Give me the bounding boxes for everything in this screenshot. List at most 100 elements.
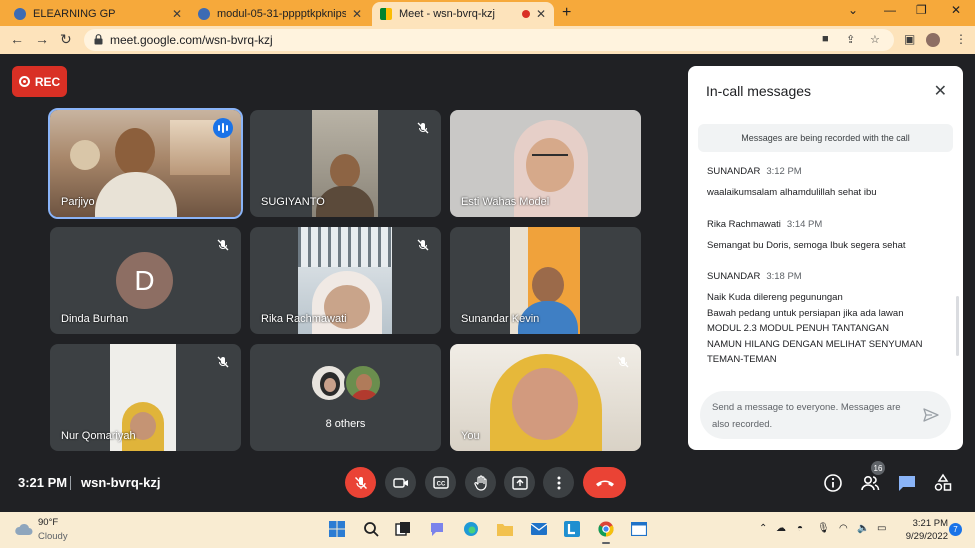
message-text: TEMAN-TEMAN [707, 354, 777, 365]
forward-button[interactable]: → [35, 31, 49, 47]
profile-avatar[interactable] [926, 33, 940, 47]
participant-name: Esti Wahas Model [461, 196, 550, 208]
minimize-button[interactable]: — [884, 3, 896, 17]
participant-tile-sunandar-kevin[interactable]: Sunandar Kevin [450, 227, 641, 334]
new-tab-button[interactable]: + [562, 4, 571, 22]
tab-modul[interactable]: modul-05-31-pppptkpknips-pag ✕ [190, 2, 370, 26]
end-call-icon [595, 480, 614, 486]
participant-name: Nur Qomariyah [61, 430, 136, 442]
meeting-time: 3:21 PM [18, 475, 68, 490]
avatar [310, 364, 348, 402]
cloudy-weather-icon[interactable] [14, 521, 34, 537]
microphone-icon[interactable]: 🎙 [817, 523, 830, 534]
chat-message: Rika Rachmawati 3:14 PM Semangat bu Doris… [707, 219, 952, 254]
chat-icon[interactable] [897, 473, 917, 493]
start-menu-icon[interactable] [328, 520, 346, 538]
people-icon[interactable] [860, 473, 880, 493]
close-icon[interactable]: ✕ [934, 81, 947, 101]
chat-message: SUNANDAR 3:12 PM waalaikumsalam alhamduli… [707, 166, 952, 201]
message-text: NAMUN HILANG DENGAN MELIHAT SENYUMAN [707, 338, 923, 350]
system-clock[interactable]: 3:21 PM 9/29/2022 [896, 517, 948, 543]
participant-tile-rika-rachmawati[interactable]: Rika Rachmawati [250, 227, 441, 334]
message-text: Bawah pedang untuk persiapan jika ada la… [707, 307, 904, 319]
participant-tile-sugiyanto[interactable]: SUGIYANTO [250, 110, 441, 217]
clock-date: 9/29/2022 [905, 531, 948, 542]
present-screen-button[interactable] [504, 467, 535, 498]
captions-button[interactable]: CC [425, 467, 456, 498]
reload-button[interactable]: ↻ [60, 31, 72, 48]
share-icon[interactable]: ⇪ [846, 33, 855, 46]
rec-label: REC [34, 74, 61, 89]
participant-name: Parjiyo [61, 196, 95, 208]
search-icon[interactable] [362, 520, 380, 538]
browser-tab-strip: ELEARNING GP ✕ modul-05-31-pppptkpknips-… [0, 0, 975, 26]
edge-browser-icon[interactable] [462, 520, 480, 538]
record-icon [18, 76, 30, 87]
notification-count-badge[interactable]: 7 [949, 523, 962, 536]
show-hidden-icons-icon[interactable]: ⌃ [759, 523, 767, 534]
tab-meet[interactable]: Meet - wsn-bvrq-kzj ✕ [372, 2, 554, 26]
tab-close-icon[interactable]: ✕ [352, 7, 362, 21]
clock-time: 3:21 PM [912, 518, 948, 529]
participant-tile-dinda-burhan[interactable]: D Dinda Burhan [50, 227, 241, 334]
chat-scrollbar[interactable] [956, 296, 959, 356]
participant-name: Rika Rachmawati [261, 313, 347, 325]
chrome-browser-icon[interactable] [597, 520, 615, 544]
meet-favicon-icon [380, 8, 392, 20]
participant-tile-nur-qomariyah[interactable]: Nur Qomariyah [50, 344, 241, 451]
tab-search-icon[interactable]: ⌄ [848, 3, 858, 17]
avatar [344, 364, 382, 402]
weather-temperature: 90°F [38, 517, 59, 528]
wifi-icon[interactable]: ◠ [839, 523, 848, 534]
meeting-code: wsn-bvrq-kzj [81, 475, 161, 490]
tab-label: ELEARNING GP [33, 8, 116, 20]
side-panel-icon[interactable]: ▣ [904, 32, 915, 46]
more-options-button[interactable] [543, 467, 574, 498]
toggle-microphone-button[interactable] [345, 467, 376, 498]
chat-messages: SUNANDAR 3:12 PM waalaikumsalam alhamduli… [707, 166, 952, 386]
tab-close-icon[interactable]: ✕ [536, 7, 546, 21]
message-time: 3:12 PM [766, 166, 802, 177]
participant-tile-others[interactable]: 8 others [250, 344, 441, 451]
bookmark-star-icon[interactable]: ☆ [870, 33, 880, 46]
task-view-icon[interactable] [394, 520, 412, 538]
elearning-favicon-icon [14, 8, 26, 20]
camera-in-use-icon[interactable]: ■ [822, 33, 829, 45]
meeting-details-icon[interactable] [823, 473, 843, 493]
activities-icon[interactable] [933, 473, 953, 493]
window-app-icon[interactable] [630, 520, 648, 538]
teams-chat-icon[interactable] [428, 520, 446, 538]
tab-elearning-gp[interactable]: ELEARNING GP ✕ [6, 2, 190, 26]
back-button[interactable]: ← [10, 31, 24, 47]
raise-hand-button[interactable] [465, 467, 496, 498]
close-window-button[interactable]: ✕ [951, 3, 961, 17]
volume-icon[interactable]: 🔈 [857, 523, 869, 534]
app-l-icon[interactable] [563, 520, 581, 538]
file-explorer-icon[interactable] [496, 520, 514, 538]
mic-off-icon [354, 476, 367, 489]
others-count-label: 8 others [325, 418, 366, 430]
recording-badge: REC [12, 66, 67, 97]
network-drive-icon[interactable]: ◓ [797, 523, 803, 534]
toggle-camera-button[interactable] [385, 467, 416, 498]
participant-tile-esti-wahas-model[interactable]: Esti Wahas Model [450, 110, 641, 217]
mail-icon[interactable] [530, 520, 548, 538]
meet-area: REC Parjiyo SUGIYANTO Esti Wahas Model D [0, 54, 975, 512]
onedrive-icon[interactable]: ☁ [776, 523, 786, 534]
participant-tile-you[interactable]: You [450, 344, 641, 451]
message-time: 3:14 PM [786, 218, 823, 230]
chat-message-input[interactable]: Send a message to everyone. Messages are… [700, 391, 951, 439]
tab-close-icon[interactable]: ✕ [172, 7, 182, 21]
message-sender: SUNANDAR [707, 166, 761, 177]
svg-text:CC: CC [436, 481, 445, 487]
battery-icon[interactable]: ▭ [877, 523, 886, 534]
participant-name: You [461, 430, 480, 442]
chat-input-placeholder: Send a message to everyone. Messages are… [712, 402, 901, 430]
restore-button[interactable]: ❐ [916, 3, 927, 17]
address-bar[interactable]: meet.google.com/wsn-bvrq-kzj ■ ⇪ ☆ [84, 29, 894, 51]
browser-menu-icon[interactable]: ⋮ [955, 32, 967, 46]
send-icon[interactable] [923, 407, 939, 423]
message-text: waalaikumsalam alhamdulillah sehat ibu [707, 187, 877, 198]
participant-tile-parjiyo[interactable]: Parjiyo [48, 108, 243, 219]
leave-call-button[interactable] [583, 467, 626, 498]
